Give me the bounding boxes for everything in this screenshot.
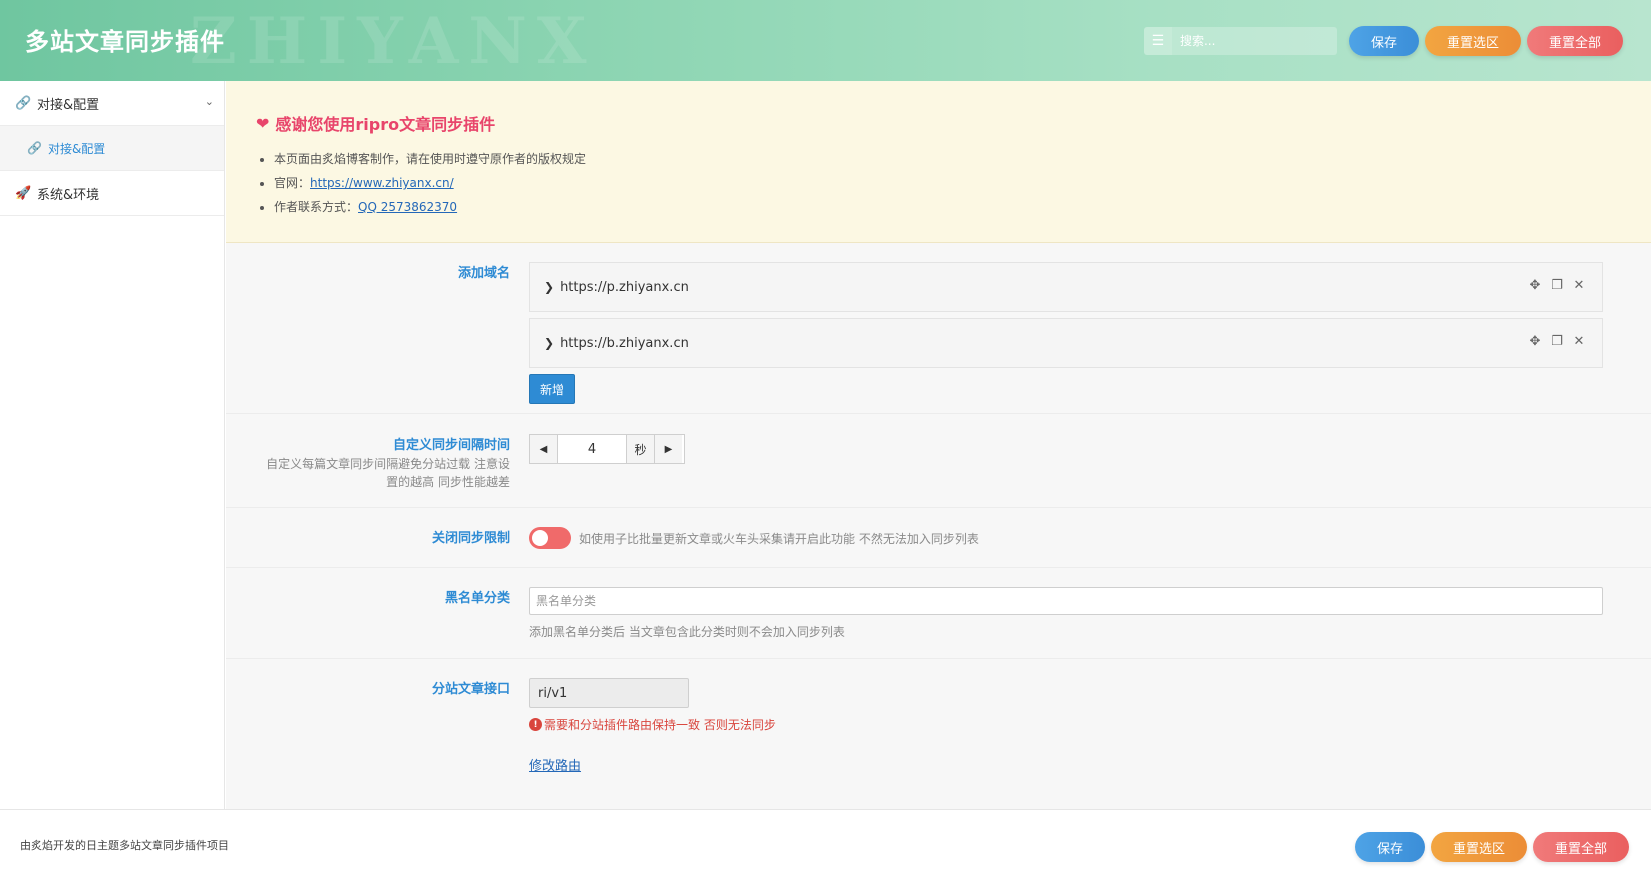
field-body: ! 需要和分站插件路由保持一致 否则无法同步 修改路由 — [529, 678, 1651, 784]
field-label-wrap: 自定义同步间隔时间 自定义每篇文章同步间隔避免分站过载 注意设置的越高 同步性能… — [226, 434, 529, 507]
heart-icon: ❤ — [256, 113, 270, 133]
field-label: 添加域名 — [457, 266, 510, 281]
interval-unit: 秒 — [626, 435, 654, 463]
blacklist-input[interactable] — [529, 587, 1603, 615]
header-toolbar: ☰ 保存 重置选区 重置全部 — [1143, 26, 1623, 56]
field-hint: 添加黑名单分类后 当文章包含此分类时则不会加入同步列表 — [529, 625, 845, 639]
drag-icon[interactable]: ✥ — [1524, 278, 1546, 293]
info-icon: ! — [529, 718, 542, 731]
close-icon[interactable]: ✕ — [1568, 334, 1590, 349]
decrement-icon[interactable]: ◀ — [530, 435, 558, 463]
field-sync-limit: 关闭同步限制 如使用子比批量更新文章或火车头采集请开启此功能 不然无法加入同步列… — [226, 508, 1651, 568]
field-hint: 如使用子比批量更新文章或火车头采集请开启此功能 不然无法加入同步列表 — [579, 531, 979, 546]
notice-line: 本页面由炙焰博客制作，请在使用时遵守原作者的版权规定 — [274, 147, 1621, 171]
increment-icon[interactable]: ▶ — [654, 435, 682, 463]
domain-url: https://p.zhiyanx.cn — [560, 279, 689, 295]
reset-section-button[interactable]: 重置选区 — [1430, 832, 1527, 862]
sidebar-subitem-connect-config[interactable]: 🔗 对接&配置 — [0, 126, 224, 171]
page-title: 多站文章同步插件 — [25, 28, 225, 56]
clone-icon[interactable]: ❐ — [1546, 334, 1568, 349]
sidebar-item-connect-config[interactable]: 🔗 对接&配置 ⌄ — [0, 81, 224, 126]
clone-icon[interactable]: ❐ — [1546, 278, 1568, 293]
field-body: 添加黑名单分类后 当文章包含此分类时则不会加入同步列表 — [529, 587, 1651, 658]
footer-bar: 由炙焰开发的日主题多站文章同步插件项目 保存 重置选区 重置全部 — [0, 809, 1651, 880]
notice-panel: ❤ 感谢您使用ripro文章同步插件 本页面由炙焰博客制作，请在使用时遵守原作者… — [226, 81, 1651, 243]
sync-limit-toggle[interactable] — [529, 527, 571, 549]
field-body: ◀ 秒 ▶ — [529, 434, 1651, 507]
field-label: 黑名单分类 — [444, 591, 510, 606]
toggle-knob — [532, 530, 548, 546]
domain-item[interactable]: ❯ https://b.zhiyanx.cn ✥ ❐ ✕ — [529, 318, 1603, 368]
save-button[interactable]: 保存 — [1354, 832, 1425, 862]
footer-text: 由炙焰开发的日主题多站文章同步插件项目 — [20, 839, 229, 852]
field-api: 分站文章接口 ! 需要和分站插件路由保持一致 否则无法同步 修改路由 — [226, 659, 1651, 784]
field-label-wrap: 关闭同步限制 — [226, 527, 529, 567]
notice-line: 作者联系方式：QQ 2573862370 — [274, 195, 1621, 219]
sidebar-item-label: 系统&环境 — [37, 187, 100, 203]
sidebar-item-system-env[interactable]: 🚀 系统&环境 — [0, 171, 224, 216]
edit-route-link[interactable]: 修改路由 — [529, 755, 581, 774]
domain-item[interactable]: ❯ https://p.zhiyanx.cn ✥ ❐ ✕ — [529, 262, 1603, 312]
notice-title: ❤ 感谢您使用ripro文章同步插件 — [256, 111, 1621, 135]
reset-section-button[interactable]: 重置选区 — [1424, 26, 1521, 56]
close-icon[interactable]: ✕ — [1568, 278, 1590, 293]
notice-line-prefix: 作者联系方式： — [274, 200, 359, 214]
field-label: 自定义同步间隔时间 — [392, 438, 510, 453]
header-watermark: ZHIYANX — [190, 4, 597, 79]
notice-line-prefix: 官网： — [274, 176, 311, 190]
domain-actions: ✥ ❐ ✕ — [1524, 334, 1590, 349]
chevron-right-icon[interactable]: ❯ — [544, 336, 554, 350]
api-input[interactable] — [529, 678, 689, 708]
interval-input[interactable] — [558, 435, 626, 463]
chevron-right-icon[interactable]: ❯ — [544, 280, 554, 294]
header-bar: ZHIYANX 多站文章同步插件 ☰ 保存 重置选区 重置全部 — [0, 0, 1651, 81]
contact-link[interactable]: QQ 2573862370 — [358, 200, 457, 214]
field-domains: 添加域名 ❯ https://p.zhiyanx.cn ✥ ❐ ✕ ❯ http… — [226, 243, 1651, 414]
field-label: 关闭同步限制 — [431, 531, 510, 546]
search-input[interactable] — [1171, 27, 1337, 55]
field-interval: 自定义同步间隔时间 自定义每篇文章同步间隔避免分站过载 注意设置的越高 同步性能… — [226, 414, 1651, 508]
domain-url: https://b.zhiyanx.cn — [560, 335, 689, 351]
notice-line: 官网：https://www.zhiyanx.cn/ — [274, 171, 1621, 195]
field-description: 自定义每篇文章同步间隔避免分站过载 注意设置的越高 同步性能越差 — [266, 457, 510, 489]
toggle-wrap: 如使用子比批量更新文章或火车头采集请开启此功能 不然无法加入同步列表 — [529, 527, 1621, 549]
field-label: 分站文章接口 — [431, 682, 510, 697]
reset-all-button[interactable]: 重置全部 — [1532, 832, 1629, 862]
api-error: ! 需要和分站插件路由保持一致 否则无法同步 — [529, 716, 1621, 733]
notice-list: 本页面由炙焰博客制作，请在使用时遵守原作者的版权规定 官网：https://ww… — [274, 147, 1621, 219]
sidebar-subitem-label: 对接&配置 — [47, 141, 106, 156]
main-content: ❤ 感谢您使用ripro文章同步插件 本页面由炙焰博客制作，请在使用时遵守原作者… — [226, 81, 1651, 809]
add-domain-button[interactable]: 新增 — [529, 374, 575, 404]
field-label-wrap: 分站文章接口 — [226, 678, 529, 784]
footer-toolbar: 保存 重置选区 重置全部 — [1349, 832, 1629, 862]
sidebar-item-label: 对接&配置 — [37, 97, 100, 113]
rocket-icon: 🚀 — [15, 185, 32, 201]
field-blacklist: 黑名单分类 添加黑名单分类后 当文章包含此分类时则不会加入同步列表 — [226, 568, 1651, 659]
drag-icon[interactable]: ✥ — [1524, 334, 1546, 349]
interval-stepper: ◀ 秒 ▶ — [529, 434, 685, 464]
website-link[interactable]: https://www.zhiyanx.cn/ — [310, 176, 454, 190]
reset-all-button[interactable]: 重置全部 — [1526, 26, 1623, 56]
api-error-text: 需要和分站插件路由保持一致 否则无法同步 — [544, 718, 776, 732]
field-body: 如使用子比批量更新文章或火车头采集请开启此功能 不然无法加入同步列表 — [529, 527, 1651, 567]
notice-title-text: 感谢您使用ripro文章同步插件 — [275, 115, 496, 134]
domain-actions: ✥ ❐ ✕ — [1524, 278, 1590, 293]
sidebar: 🔗 对接&配置 ⌄ 🔗 对接&配置 🚀 系统&环境 — [0, 81, 225, 809]
link-icon: 🔗 — [27, 141, 42, 155]
field-label-wrap: 添加域名 — [226, 262, 529, 413]
save-button[interactable]: 保存 — [1348, 26, 1419, 56]
field-label-wrap: 黑名单分类 — [226, 587, 529, 658]
link-icon: 🔗 — [15, 95, 32, 111]
chevron-down-icon: ⌄ — [204, 95, 214, 108]
field-body: ❯ https://p.zhiyanx.cn ✥ ❐ ✕ ❯ https://b… — [529, 262, 1651, 413]
expand-menu-icon[interactable]: ☰ — [1143, 27, 1172, 55]
